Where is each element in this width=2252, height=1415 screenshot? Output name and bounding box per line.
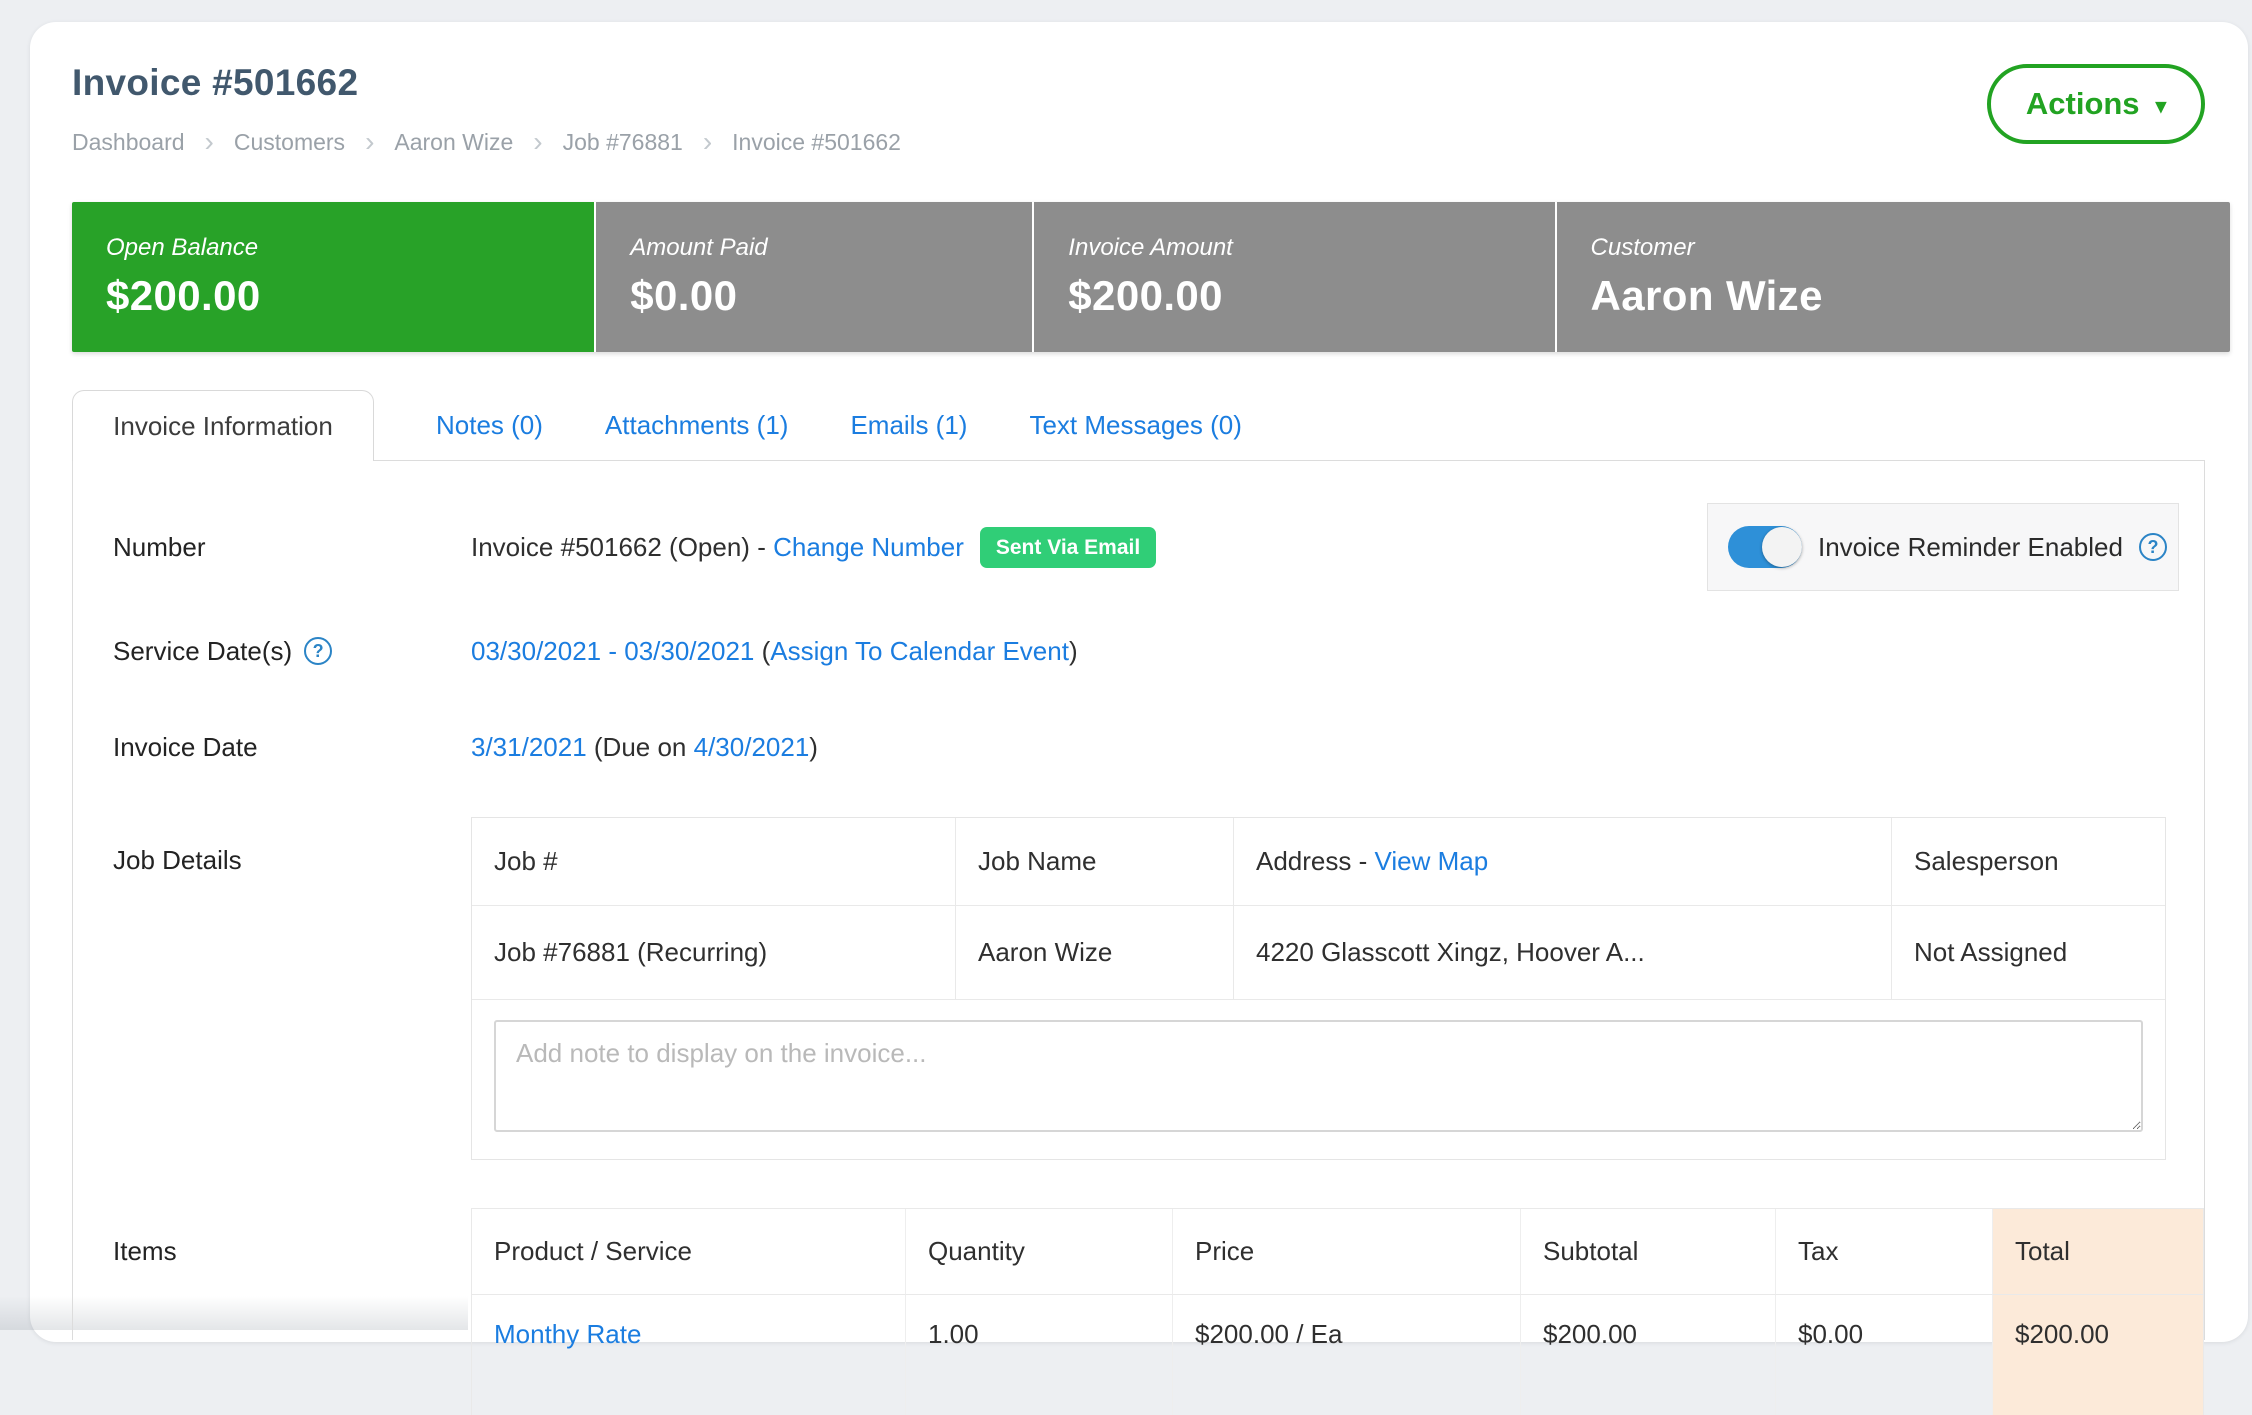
amount-paid-label: Amount Paid bbox=[630, 234, 1032, 262]
breadcrumb-dashboard[interactable]: Dashboard bbox=[72, 129, 185, 156]
invoice-amount-card: Invoice Amount $200.00 bbox=[1032, 202, 1554, 352]
tab-attachments[interactable]: Attachments (1) bbox=[605, 390, 789, 460]
quantity-header: Quantity bbox=[906, 1209, 1173, 1295]
page-header: Invoice #501662 Dashboard › Customers › … bbox=[72, 62, 2205, 156]
chevron-right-icon: › bbox=[365, 128, 374, 156]
salesperson-header: Salesperson bbox=[1892, 818, 2165, 906]
breadcrumb-job[interactable]: Job #76881 bbox=[563, 129, 683, 156]
service-dates-link[interactable]: 03/30/2021 - 03/30/2021 bbox=[471, 636, 754, 667]
breadcrumb-customers[interactable]: Customers bbox=[234, 129, 345, 156]
job-details-label: Job Details bbox=[73, 817, 471, 876]
address-header-text: Address - bbox=[1256, 846, 1375, 877]
open-balance-value: $200.00 bbox=[106, 272, 594, 320]
address-header: Address - View Map bbox=[1234, 818, 1892, 906]
job-details-table: Job # Job Name Address - View Map Salesp… bbox=[471, 817, 2166, 1160]
job-details-row: Job Details Job # Job Name Address - Vie… bbox=[73, 817, 2204, 1160]
number-label: Number bbox=[73, 532, 471, 563]
actions-button[interactable]: Actions ▾ bbox=[1987, 64, 2205, 144]
item-tax-cell: $0.00 bbox=[1776, 1295, 1993, 1415]
assign-to-calendar-event-link[interactable]: Assign To Calendar Event bbox=[770, 636, 1069, 667]
view-map-link[interactable]: View Map bbox=[1375, 846, 1489, 877]
item-quantity-cell: 1.00 bbox=[906, 1295, 1173, 1415]
paren-close: ) bbox=[1069, 636, 1078, 667]
actions-button-label: Actions bbox=[2026, 86, 2140, 122]
amount-paid-card: Amount Paid $0.00 bbox=[594, 202, 1032, 352]
salesperson-cell: Not Assigned bbox=[1892, 906, 2165, 1000]
chevron-right-icon: › bbox=[703, 128, 712, 156]
tab-text-messages[interactable]: Text Messages (0) bbox=[1029, 390, 1241, 460]
due-date-link[interactable]: 4/30/2021 bbox=[694, 732, 810, 763]
total-header: Total bbox=[1993, 1209, 2203, 1295]
chevron-right-icon: › bbox=[205, 128, 214, 156]
customer-label: Customer bbox=[1591, 234, 2230, 262]
help-icon[interactable]: ? bbox=[304, 637, 332, 665]
breadcrumb-customer-name[interactable]: Aaron Wize bbox=[394, 129, 513, 156]
tab-notes[interactable]: Notes (0) bbox=[436, 390, 543, 460]
invoice-reminder-panel: Invoice Reminder Enabled ? bbox=[1707, 503, 2179, 591]
breadcrumb-current-invoice: Invoice #501662 bbox=[732, 129, 901, 156]
job-name-cell: Aaron Wize bbox=[956, 906, 1234, 1000]
tab-bar: Invoice Information Notes (0) Attachment… bbox=[72, 390, 2205, 460]
help-icon[interactable]: ? bbox=[2139, 533, 2167, 561]
caret-down-icon: ▾ bbox=[2156, 94, 2167, 119]
sent-via-email-badge: Sent Via Email bbox=[980, 527, 1156, 568]
change-number-link[interactable]: Change Number bbox=[773, 532, 964, 563]
customer-card: Customer Aaron Wize bbox=[1555, 202, 2230, 352]
invoice-reminder-label: Invoice Reminder Enabled bbox=[1818, 532, 2123, 563]
customer-value: Aaron Wize bbox=[1591, 272, 2230, 320]
item-price-cell: $200.00 / Ea bbox=[1173, 1295, 1521, 1415]
invoice-note-input[interactable] bbox=[494, 1020, 2143, 1132]
service-dates-row: Service Date(s) ? 03/30/2021 - 03/30/202… bbox=[73, 627, 2204, 675]
invoice-information-panel: Invoice Reminder Enabled ? Number Invoic… bbox=[72, 460, 2205, 1340]
invoice-date-link[interactable]: 3/31/2021 bbox=[471, 732, 587, 763]
invoice-date-row: Invoice Date 3/31/2021 (Due on 4/30/2021… bbox=[73, 723, 2204, 771]
invoice-date-label: Invoice Date bbox=[73, 732, 471, 763]
job-number-header: Job # bbox=[472, 818, 956, 906]
items-label: Items bbox=[73, 1208, 471, 1267]
tax-header: Tax bbox=[1776, 1209, 1993, 1295]
due-on-text: (Due on bbox=[587, 732, 694, 763]
tab-invoice-information[interactable]: Invoice Information bbox=[72, 390, 374, 461]
product-service-header: Product / Service bbox=[472, 1209, 906, 1295]
breadcrumb: Dashboard › Customers › Aaron Wize › Job… bbox=[72, 128, 901, 156]
item-subtotal-cell: $200.00 bbox=[1521, 1295, 1776, 1415]
invoice-number-value: Invoice #501662 (Open) - bbox=[471, 532, 773, 563]
toggle-knob bbox=[1762, 527, 1802, 567]
chevron-right-icon: › bbox=[533, 128, 542, 156]
service-dates-label: Service Date(s) bbox=[113, 636, 292, 667]
invoice-reminder-toggle[interactable] bbox=[1728, 526, 1802, 568]
summary-bar: Open Balance $200.00 Amount Paid $0.00 I… bbox=[72, 202, 2230, 352]
paren-open: ( bbox=[754, 636, 770, 667]
open-balance-label: Open Balance bbox=[106, 234, 594, 262]
items-row: Items Product / Service Quantity Price S… bbox=[73, 1208, 2204, 1415]
item-product-cell: Monthy Rate bbox=[472, 1295, 906, 1415]
items-table: Product / Service Quantity Price Subtota… bbox=[471, 1208, 2204, 1415]
subtotal-header: Subtotal bbox=[1521, 1209, 1776, 1295]
open-balance-card: Open Balance $200.00 bbox=[72, 202, 594, 352]
item-total-cell: $200.00 bbox=[1993, 1295, 2203, 1415]
address-cell: 4220 Glasscott Xingz, Hoover A... bbox=[1234, 906, 1892, 1000]
tab-emails[interactable]: Emails (1) bbox=[850, 390, 967, 460]
invoice-amount-label: Invoice Amount bbox=[1068, 234, 1554, 262]
page-title: Invoice #501662 bbox=[72, 62, 901, 104]
invoice-amount-value: $200.00 bbox=[1068, 272, 1554, 320]
job-number-cell: Job #76881 (Recurring) bbox=[472, 906, 956, 1000]
price-header: Price bbox=[1173, 1209, 1521, 1295]
amount-paid-value: $0.00 bbox=[630, 272, 1032, 320]
invoice-page-card: Invoice #501662 Dashboard › Customers › … bbox=[30, 22, 2248, 1342]
job-name-header: Job Name bbox=[956, 818, 1234, 906]
item-product-link[interactable]: Monthy Rate bbox=[494, 1319, 641, 1350]
due-close-paren: ) bbox=[809, 732, 818, 763]
